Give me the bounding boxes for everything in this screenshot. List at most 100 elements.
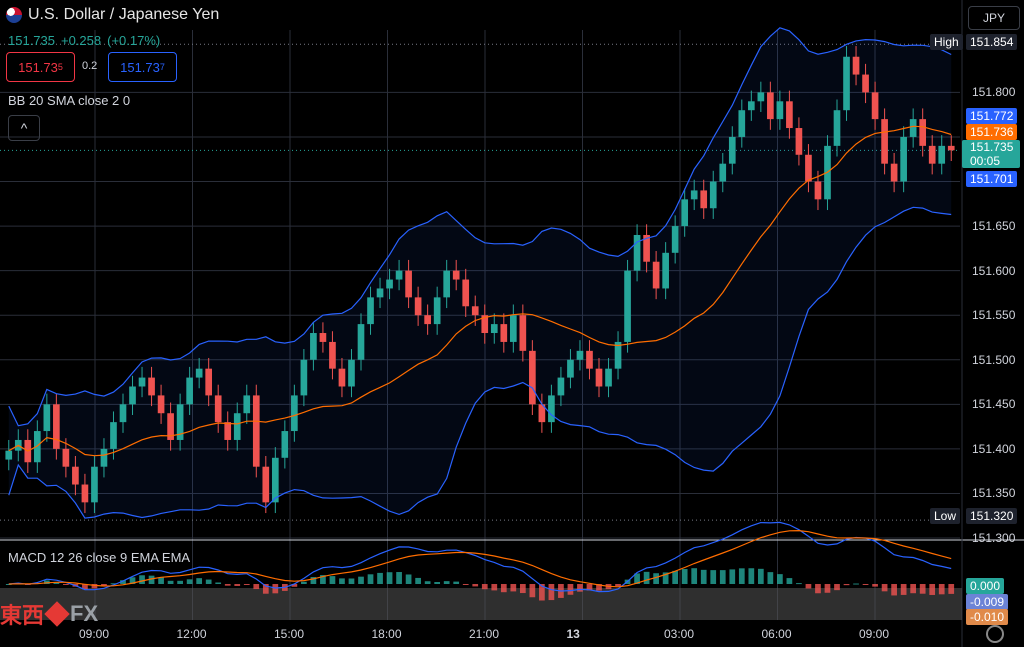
macd-histogram-bar	[919, 584, 926, 594]
macd-histogram-bar	[938, 584, 945, 595]
candle-body	[519, 315, 527, 351]
price-change: +0.258	[61, 33, 102, 48]
candle-body	[138, 377, 146, 387]
candle-body	[338, 368, 346, 387]
candle-body	[586, 350, 593, 369]
macd-signal-tag: -0.010	[966, 609, 1009, 625]
macd-histogram-bar	[186, 579, 193, 584]
macd-histogram-bar	[729, 569, 736, 584]
macd-histogram-bar	[367, 574, 374, 584]
x-tick-label: 13	[566, 627, 580, 641]
low-tag-label: Low	[930, 508, 961, 524]
settings-icon[interactable]	[986, 625, 1004, 643]
macd-histogram-bar	[329, 576, 336, 584]
candle-body	[157, 395, 165, 414]
macd-histogram-bar	[272, 584, 279, 594]
candle-body	[271, 457, 279, 503]
candle-body	[947, 145, 955, 151]
price-change-pct: (+0.17%)	[107, 33, 161, 48]
macd-histogram-bar	[738, 568, 745, 584]
macd-histogram-bar	[339, 578, 345, 584]
candle-body	[443, 270, 451, 298]
macd-histogram-bar	[472, 584, 479, 587]
x-tick-label: 18:00	[371, 627, 402, 641]
currency-selector[interactable]: JPY	[968, 6, 1020, 30]
y-tick-label: 151.500	[972, 352, 1016, 367]
macd-histogram-bar	[234, 584, 241, 586]
candle-body	[871, 92, 879, 120]
last-price-tag-value: 151.735	[970, 140, 1014, 154]
macd-line-tag: -0.009	[966, 594, 1009, 610]
macd-histogram-bar	[786, 578, 793, 584]
ask-price: 151.73	[120, 59, 160, 75]
bb-band-fill	[8, 27, 952, 519]
x-tick-label: 15:00	[274, 627, 305, 641]
candle-body	[262, 466, 270, 503]
macd-histogram-bar	[177, 580, 183, 584]
candle-body	[786, 101, 793, 129]
bid-price: 151.73	[18, 59, 58, 75]
candle-body	[367, 297, 374, 325]
y-tick-label: 151.800	[972, 85, 1016, 100]
candle-body	[186, 377, 193, 405]
macd-histogram-bar	[815, 584, 821, 594]
macd-histogram-bar	[653, 573, 659, 584]
x-tick-label: 21:00	[469, 627, 500, 641]
macd-histogram-bar	[348, 578, 355, 584]
candle-body	[767, 92, 774, 120]
bb-upper-tag: 151.772	[966, 108, 1018, 124]
candle-body	[814, 181, 822, 200]
candle-body	[471, 306, 479, 316]
candle-body	[595, 368, 603, 387]
candle-body	[300, 359, 308, 396]
macd-histogram-bar	[167, 580, 174, 584]
candle-body	[576, 350, 584, 360]
macd-histogram-bar	[872, 584, 878, 587]
price-summary: 151.735 +0.258 (+0.17%)	[8, 33, 160, 48]
collapse-indicators-button[interactable]: ^	[8, 115, 40, 141]
candle-body	[329, 341, 336, 369]
symbol-title[interactable]: U.S. Dollar / Japanese Yen	[6, 6, 219, 24]
candle-body	[148, 377, 155, 396]
bb-indicator-label[interactable]: BB 20 SMA close 2 0	[8, 93, 130, 108]
candle-body	[938, 145, 946, 164]
macd-histogram-bar	[805, 584, 812, 589]
last-price-tag: 151.735 00:05	[962, 140, 1020, 168]
candle-body	[919, 119, 927, 146]
macd-histogram-bar	[386, 572, 393, 584]
macd-histogram-bar	[529, 584, 536, 598]
macd-histogram-bar	[672, 570, 679, 584]
candle-body	[728, 136, 736, 164]
macd-histogram-bar	[158, 577, 164, 584]
candle-body	[928, 145, 936, 164]
candle-body	[81, 484, 89, 503]
bid-pip: 5	[57, 62, 63, 72]
candle-body	[776, 101, 784, 120]
candle-body	[529, 350, 536, 405]
macd-histogram-bar	[377, 572, 383, 584]
candle-body	[548, 395, 555, 423]
logo-diamond-icon	[44, 601, 70, 627]
macd-histogram-bar	[424, 581, 431, 584]
y-tick-label: 151.400	[972, 441, 1016, 456]
macd-indicator-label[interactable]: MACD 12 26 close 9 EMA EMA	[8, 550, 190, 565]
candle-body	[909, 119, 917, 137]
candle-body	[5, 450, 13, 460]
macd-histogram-bar	[700, 569, 707, 584]
macd-histogram-bar	[205, 579, 212, 584]
macd-histogram-bar	[862, 584, 869, 585]
macd-histogram-bar	[567, 584, 574, 595]
buy-button[interactable]: 151.73 7	[108, 52, 177, 82]
sell-button[interactable]: 151.73 5	[6, 52, 75, 82]
macd-histogram-bar	[453, 581, 460, 584]
candle-body	[605, 368, 612, 387]
candle-body	[91, 466, 98, 503]
candle-body	[652, 261, 660, 289]
macd-histogram-bar	[643, 571, 650, 584]
macd-histogram-bar	[834, 584, 840, 591]
candle-body	[719, 163, 727, 182]
macd-histogram-bar	[900, 584, 907, 595]
macd-histogram-bar	[481, 584, 488, 590]
low-tag-value: 151.320	[966, 508, 1018, 524]
macd-histogram-bar	[891, 584, 897, 596]
